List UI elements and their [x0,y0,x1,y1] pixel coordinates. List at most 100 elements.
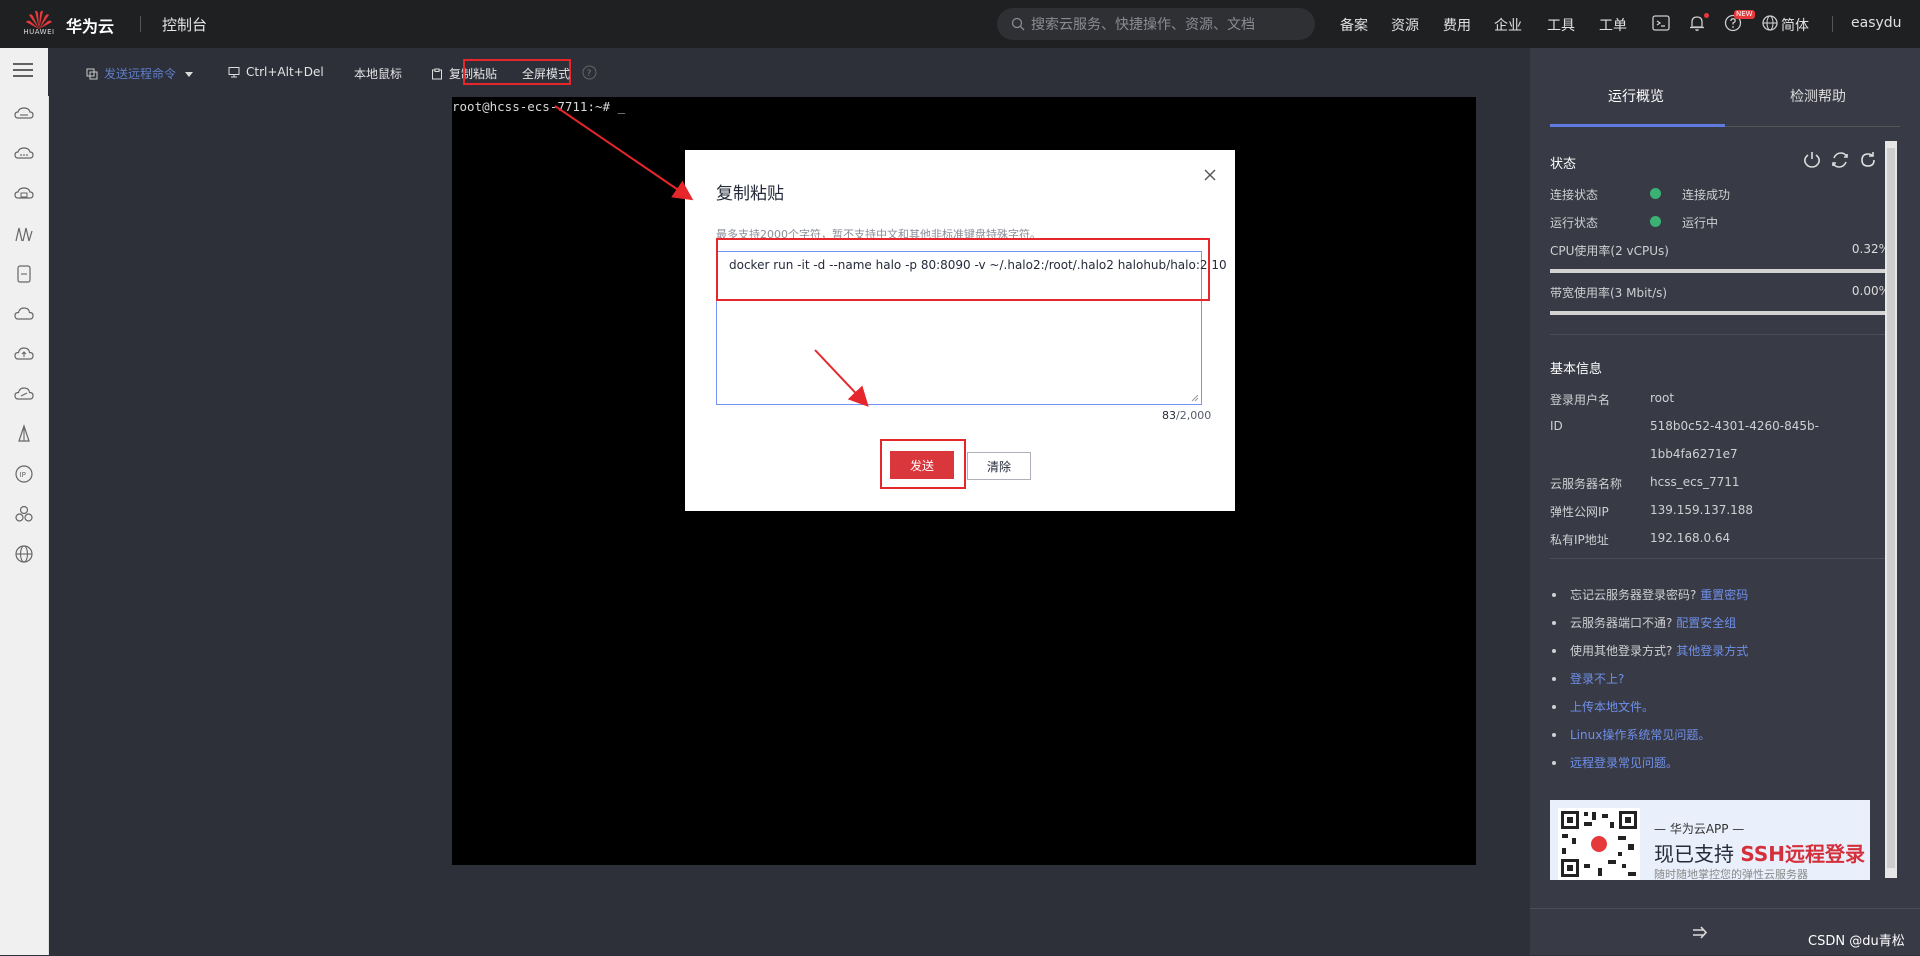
cpu-usage-bar [1550,269,1890,273]
fullscreen-button[interactable]: 全屏模式 [522,65,570,82]
other-login-link[interactable]: 其他登录方式 [1676,644,1748,658]
bullet [1552,733,1556,737]
question-icon[interactable]: ? [582,65,597,80]
language-select[interactable]: 简体 [1781,15,1809,35]
clear-button[interactable]: 清除 [967,452,1031,480]
cpu-value: 0.32% [1851,242,1890,256]
close-icon[interactable] [1203,168,1217,182]
nav-billing[interactable]: 费用 [1443,15,1471,35]
search-input[interactable]: 搜索云服务、快捷操作、资源、文档 [997,8,1315,40]
power-icon[interactable] [1802,150,1822,170]
conn-status-label: 连接状态 [1550,188,1599,202]
banner-line3: 随时随地掌控您的弹性云服务器 [1654,868,1808,880]
user-menu[interactable]: easydu [1851,15,1902,31]
cloud-link-icon[interactable] [13,383,35,405]
new-badge: NEW [1734,10,1755,19]
cloud-upload-icon[interactable] [13,343,35,365]
bullet [1552,593,1556,597]
ctrl-alt-del-label: Ctrl+Alt+Del [246,65,324,79]
local-mouse-button[interactable]: 本地鼠标 [354,65,402,82]
cannot-login-link[interactable]: 登录不上? [1570,670,1624,687]
tab-overview[interactable]: 运行概览 [1608,86,1664,106]
bandwidth-label: 带宽使用率(3 Mbit/s) [1550,286,1668,300]
qr-code-icon [1558,808,1640,880]
remote-toolbar: 发送远程命令 Ctrl+Alt+Del 本地鼠标 复制粘贴 全屏模式 ? [48,48,1530,96]
bandwidth-usage-bar [1550,311,1890,315]
command-icon [86,68,98,79]
help-item-password: 忘记云服务器登录密码? 重置密码 [1570,586,1748,603]
cloud-icon[interactable] [13,303,35,325]
bullet [1552,761,1556,765]
resize-handle-icon[interactable] [1191,394,1199,402]
private-ip-label: 私有IP地址 [1550,533,1609,547]
help-text: 使用其他登录方式? [1570,644,1673,658]
app-promo-banner[interactable]: — 华为云APP — 现已支持 SSH远程登录 随时随地掌控您的弹性云服务器 [1550,800,1870,880]
notification-dot [1704,13,1709,18]
private-ip-value: 192.168.0.64 [1650,531,1731,545]
terminal-prompt: root@hcss-ecs-7711:~# _ [452,99,626,114]
caret-down-icon [185,71,194,77]
tower-icon[interactable] [13,423,35,445]
highlight-box [716,238,1210,301]
id-value-line2: 1bb4fa6271e7 [1650,447,1738,461]
menu-icon[interactable] [13,62,33,78]
watermark: CSDN @du青松 [1808,934,1905,949]
security-group-link[interactable]: 配置安全组 [1676,616,1736,630]
nav-enterprise[interactable]: 企业 [1494,15,1522,35]
id-value-line1: 518b0c52-4301-4260-845b- [1650,419,1819,433]
cpu-label: CPU使用率(2 vCPUs) [1550,244,1669,258]
divider [1550,334,1890,335]
conn-status-value: 连接成功 [1682,188,1731,202]
run-status-icon [1650,216,1661,227]
nav-resources[interactable]: 资源 [1391,15,1419,35]
bullet [1552,705,1556,709]
refresh-icon[interactable] [1858,150,1878,170]
cluster-icon[interactable] [13,503,35,525]
banner-line2: 现已支持 SSH远程登录 [1654,838,1865,867]
bullet [1552,677,1556,681]
bandwidth-value: 0.00% [1851,284,1890,298]
remote-login-faq-link[interactable]: 远程登录常见问题。 [1570,754,1678,771]
divider [1832,16,1833,32]
nav-tickets[interactable]: 工单 [1599,15,1627,35]
divider [1550,558,1890,559]
bullet [1552,649,1556,653]
reset-password-link[interactable]: 重置密码 [1700,588,1748,602]
ctrl-alt-del-button[interactable]: Ctrl+Alt+Del [228,65,324,79]
scrollbar-thumb[interactable] [1887,148,1895,868]
send-remote-command[interactable]: 发送远程命令 [86,65,200,82]
nav-tools[interactable]: 工具 [1547,15,1575,35]
tab-diagnostics[interactable]: 检测帮助 [1790,86,1846,106]
linux-faq-link[interactable]: Linux操作系统常见问题。 [1570,726,1710,743]
collapse-panel-icon[interactable] [1690,924,1710,942]
globe-nav-icon[interactable] [13,543,35,565]
bullet [1552,621,1556,625]
sync-icon[interactable] [1830,150,1850,170]
login-user-value: root [1650,391,1675,405]
server-name-label: 云服务器名称 [1550,477,1623,491]
console-link[interactable]: 控制台 [162,14,207,35]
network-icon[interactable] [13,223,35,245]
help-text: 忘记云服务器登录密码? [1570,588,1697,602]
cloud-dots-icon[interactable] [13,143,35,165]
banner-line2-b: SSH远程登录 [1740,842,1866,866]
cloud-database-icon[interactable] [13,183,35,205]
storage-icon[interactable] [13,263,35,285]
run-status-value: 运行中 [1682,216,1719,230]
terminal-icon[interactable] [1651,13,1671,33]
logo-text: HUAWEI [23,28,55,36]
top-bar: HUAWEI 华为云 控制台 搜索云服务、快捷操作、资源、文档 备案 资源 费用… [0,0,1920,48]
char-count-current: 83 [1162,409,1176,422]
globe-icon[interactable] [1760,13,1780,33]
login-user-label: 登录用户名 [1550,393,1611,407]
help-text: 云服务器端口不通? [1570,616,1673,630]
ip-icon[interactable]: IP [13,463,35,485]
char-count: 83/2,000 [1162,409,1211,422]
left-nav: IP [0,48,49,955]
eip-value: 139.159.137.188 [1650,503,1754,517]
brand-name[interactable]: 华为云 [66,13,114,37]
highlight-box [880,439,966,489]
upload-file-link[interactable]: 上传本地文件。 [1570,698,1654,715]
cloud-server-icon[interactable] [13,103,35,125]
nav-beian[interactable]: 备案 [1340,15,1368,35]
